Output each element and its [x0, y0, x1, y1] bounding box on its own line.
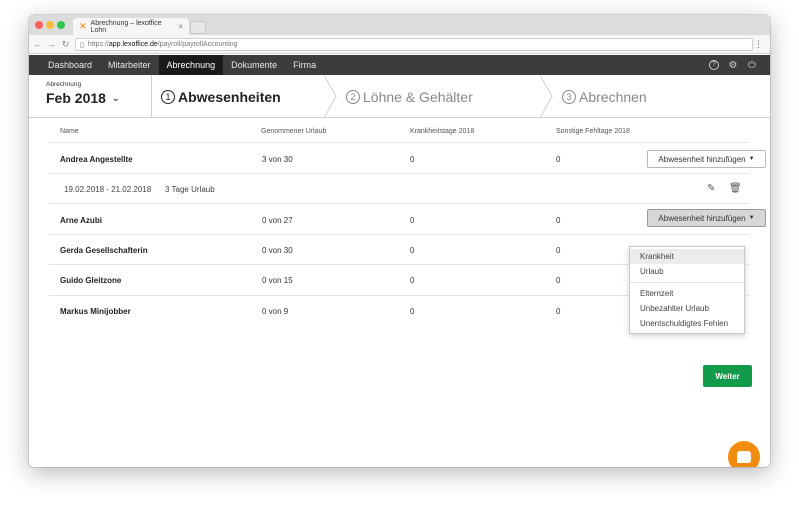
add-absence-button[interactable]: Abwesenheit hinzufügen ▼ [647, 150, 766, 168]
other-absence-days: 0 [556, 307, 561, 316]
vacation-taken: 3 von 30 [262, 155, 293, 164]
other-absence-days: 0 [556, 276, 561, 285]
vacation-taken: 0 von 15 [262, 276, 293, 285]
caret-down-icon: ▼ [748, 156, 755, 162]
step-loehne-gehaelter[interactable]: 2 Löhne & Gehälter [346, 75, 473, 118]
table-row: Arne Azubi 0 von 27 0 0 Abwesenheit hinz… [49, 203, 766, 234]
vacation-taken: 0 von 9 [262, 307, 289, 316]
menu-divider [630, 282, 744, 283]
back-icon[interactable]: ← [32, 39, 43, 49]
next-button[interactable]: Weiter [703, 365, 752, 387]
sick-days: 0 [410, 307, 415, 316]
close-window-button[interactable] [35, 21, 43, 29]
employee-name: Andrea Angestellte [60, 155, 133, 164]
add-absence-label: Abwesenheit hinzufügen [658, 213, 746, 223]
nav-firma[interactable]: Firma [285, 55, 324, 75]
column-header-krankheit: Krankheitstage 2018 [410, 128, 475, 135]
step-separator-icon [324, 75, 337, 118]
step-label: Löhne & Gehälter [363, 88, 473, 105]
page-info-icon[interactable]: ▯ [80, 41, 84, 49]
help-icon[interactable]: ? [709, 60, 719, 70]
table-row: Andrea Angestellte 3 von 30 0 0 Abwesenh… [49, 142, 766, 173]
wizard-stepper: Abrechnung Feb 2018 ⌄ 1 Abwesenheiten 2 … [29, 75, 770, 118]
other-absence-days: 0 [556, 246, 561, 255]
absence-detail-row: 19.02.2018 - 21.02.2018 3 Tage Urlaub ✎ … [49, 173, 749, 203]
address-bar: ← → ↻ ▯ https:// app.lexoffice.de /payro… [29, 35, 770, 54]
employee-name: Guido Gleitzone [60, 276, 122, 285]
menu-item-unbezahlter-urlaub[interactable]: Unbezahlter Urlaub [630, 301, 744, 316]
absence-info: 3 Tage Urlaub [165, 185, 215, 194]
chat-button[interactable] [728, 441, 760, 467]
employee-name: Gerda Gesellschafterin [60, 246, 148, 255]
browser-window: ✕ Abrechnung – lexoffice Lohn × ← → ↻ ▯ … [29, 15, 770, 467]
tab-title: Abrechnung – lexoffice Lohn [90, 19, 162, 34]
nav-icons: ? ⚙ ⏻ [709, 55, 757, 75]
maximize-window-button[interactable] [57, 21, 65, 29]
minimize-window-button[interactable] [46, 21, 54, 29]
step-number: 2 [346, 89, 360, 104]
other-absence-days: 0 [556, 216, 561, 225]
other-absence-days: 0 [556, 155, 561, 164]
period-value[interactable]: Feb 2018 ⌄ [46, 90, 119, 106]
period-value-text: Feb 2018 [46, 90, 106, 106]
employee-name: Arne Azubi [60, 216, 102, 225]
tab-strip: ✕ Abrechnung – lexoffice Lohn × [29, 15, 770, 35]
tab-close-icon[interactable]: × [178, 22, 183, 31]
vacation-taken: 0 von 30 [262, 246, 293, 255]
sick-days: 0 [410, 155, 415, 164]
add-absence-button[interactable]: Abwesenheit hinzufügen ▼ [647, 209, 766, 227]
sick-days: 0 [410, 216, 415, 225]
menu-item-unentschuldigtes-fehlen[interactable]: Unentschuldigtes Fehlen [630, 316, 744, 331]
lexoffice-favicon-icon: ✕ [79, 21, 87, 31]
employee-name: Markus Minijobber [60, 307, 131, 316]
period-divider [151, 75, 152, 118]
forward-icon[interactable]: → [46, 39, 57, 49]
chat-icon [737, 451, 751, 463]
period-selector[interactable]: Abrechnung Feb 2018 ⌄ [46, 81, 119, 106]
power-icon[interactable]: ⏻ [747, 60, 757, 71]
settings-icon[interactable]: ⚙ [728, 60, 738, 71]
chevron-down-icon: ⌄ [111, 92, 120, 103]
browser-menu-icon[interactable]: ⋮ [754, 39, 763, 50]
caret-down-icon: ▼ [748, 215, 755, 221]
step-abwesenheiten[interactable]: 1 Abwesenheiten [161, 75, 281, 118]
reload-icon[interactable]: ↻ [60, 39, 71, 50]
period-label: Abrechnung [46, 81, 82, 88]
trash-icon[interactable]: 🗑 [729, 183, 742, 194]
main-navigation: Dashboard Mitarbeiter Abrechnung Dokumen… [29, 55, 770, 75]
step-number: 1 [161, 89, 175, 104]
nav-dashboard[interactable]: Dashboard [29, 55, 100, 75]
sick-days: 0 [410, 246, 415, 255]
step-abrechnen[interactable]: 3 Abrechnen [562, 75, 647, 118]
sick-days: 0 [410, 276, 415, 285]
url-host: app.lexoffice.de [108, 41, 158, 48]
absence-date-range: 19.02.2018 - 21.02.2018 [64, 185, 152, 194]
url-prefix: https:// [87, 41, 109, 48]
url-field[interactable]: ▯ https:// app.lexoffice.de /payroll/pay… [75, 38, 753, 51]
menu-item-elternzeit[interactable]: Elternzeit [630, 286, 744, 301]
menu-item-krankheit[interactable]: Krankheit [630, 249, 744, 264]
column-header-name: Name [60, 128, 79, 135]
new-tab-button[interactable] [190, 21, 206, 34]
browser-tab[interactable]: ✕ Abrechnung – lexoffice Lohn × [73, 18, 189, 35]
step-label: Abrechnen [579, 88, 647, 105]
nav-mitarbeiter[interactable]: Mitarbeiter [100, 55, 159, 75]
step-label: Abwesenheiten [178, 88, 281, 105]
column-header-urlaub: Genommener Urlaub [261, 128, 327, 135]
absences-table: Name Genommener Urlaub Krankheitstage 20… [29, 119, 770, 467]
vacation-taken: 0 von 27 [262, 216, 293, 225]
step-number: 3 [562, 89, 576, 104]
edit-icon[interactable]: ✎ [707, 183, 715, 194]
column-header-sonstige: Sonstige Fehltage 2018 [556, 128, 630, 135]
step-separator-icon [540, 75, 553, 118]
nav-dokumente[interactable]: Dokumente [223, 55, 285, 75]
menu-item-urlaub[interactable]: Urlaub [630, 264, 744, 279]
add-absence-label: Abwesenheit hinzufügen [658, 154, 746, 164]
nav-abrechnung[interactable]: Abrechnung [158, 55, 224, 75]
absence-type-dropdown: Krankheit Urlaub Elternzeit Unbezahlter … [629, 246, 745, 334]
url-path: /payroll/payrollAccounting [157, 41, 238, 48]
